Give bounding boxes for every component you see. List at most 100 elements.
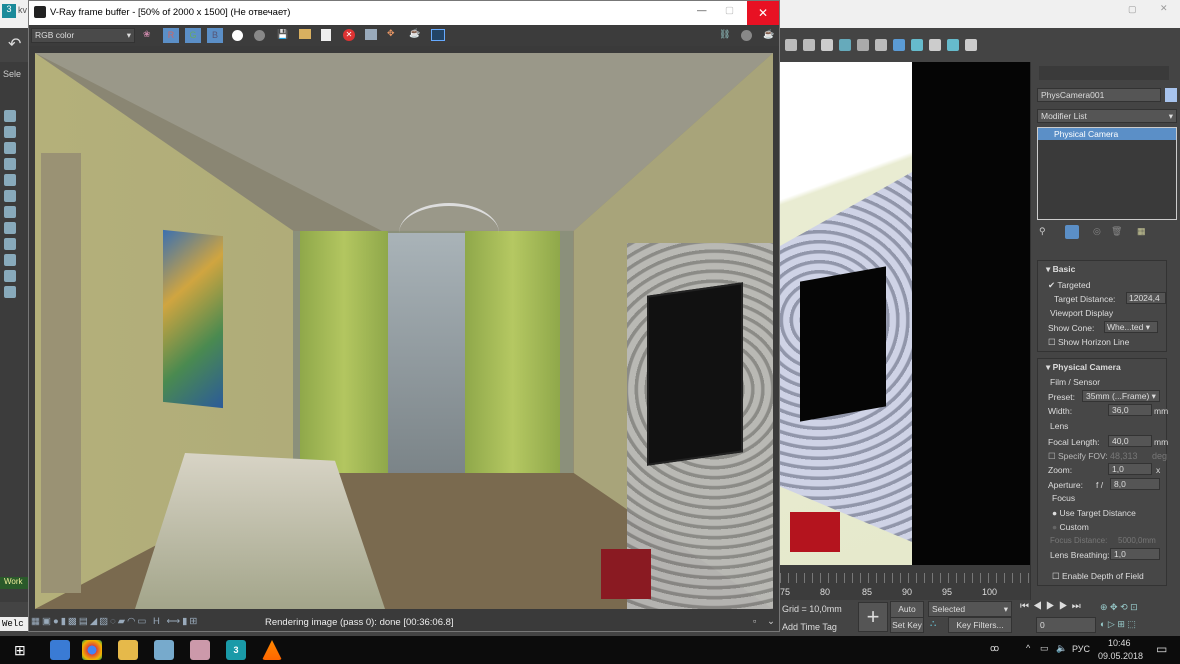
maximize-icon[interactable]: ▢ [1128, 4, 1137, 15]
layer-icon[interactable] [803, 39, 815, 51]
configure-modifiers-icon[interactable]: ▦ [1137, 226, 1146, 237]
scene-explorer-icon[interactable] [785, 39, 797, 51]
paint-icon[interactable] [190, 640, 210, 660]
compare-icon[interactable] [431, 29, 445, 41]
region-render-icon[interactable] [365, 29, 377, 40]
object-color-swatch[interactable] [1165, 88, 1177, 102]
systems-icon[interactable] [4, 270, 16, 282]
select-icon[interactable] [4, 126, 16, 138]
monochrome-icon[interactable] [254, 30, 265, 41]
vlc-icon[interactable] [262, 640, 282, 660]
stop-render-icon[interactable]: ✕ [343, 29, 355, 41]
target-distance-spinner[interactable]: 12024,4 [1126, 292, 1166, 304]
action-center-icon[interactable]: ▭ [1156, 642, 1167, 656]
channel-dropdown[interactable]: RGB color ▾ [31, 28, 135, 43]
3dsmax-taskbar-icon[interactable]: 3 [226, 640, 246, 660]
link-icon[interactable]: ⛓ [719, 29, 730, 40]
viewport-nav-icons-2[interactable]: ◐ ▷ ⊞ ⬚ [1100, 619, 1136, 630]
this-pc-icon[interactable] [50, 640, 70, 660]
create-icon[interactable] [4, 110, 16, 122]
save-icon[interactable]: 💾 [277, 29, 288, 40]
material-editor-icon[interactable] [875, 39, 887, 51]
load-icon[interactable] [299, 29, 311, 39]
file-explorer-icon[interactable] [118, 640, 138, 660]
key-tangent-icon[interactable]: ⛬ [930, 618, 936, 629]
language-indicator[interactable]: РУС [1072, 644, 1090, 654]
expand-icon[interactable]: ⌄ [767, 616, 775, 627]
show-end-result-icon[interactable] [1065, 225, 1079, 239]
lens-breathing-spinner[interactable]: 1,0 [1110, 548, 1160, 560]
key-filters-button[interactable]: Key Filters... [948, 617, 1012, 633]
vfb-bottom-icons[interactable]: ▦▣●▮▩▤◢▨◌▰◠▭ H ⟷▮⊞ [31, 616, 199, 627]
notepad-icon[interactable] [154, 640, 174, 660]
width-spinner[interactable]: 36,0 [1108, 404, 1152, 416]
box-icon[interactable] [4, 158, 16, 170]
add-time-tag-button[interactable]: Add Time Tag [782, 622, 837, 632]
render-production-icon[interactable] [947, 39, 959, 51]
clock-date[interactable]: 09.05.2018 [1098, 651, 1143, 661]
render-last-icon[interactable]: ☕ [763, 29, 774, 40]
clock-time[interactable]: 10:46 [1108, 638, 1131, 648]
ribbon-icon[interactable] [821, 39, 833, 51]
camera-icon[interactable] [4, 222, 16, 234]
pin-stack-icon[interactable]: ⚲ [1039, 226, 1046, 237]
color-mode-icon[interactable]: ❀ [143, 29, 151, 40]
track-mouse-icon[interactable]: ✥ [387, 28, 395, 39]
set-key-mode-icon[interactable]: + [858, 602, 888, 632]
perspective-viewport[interactable] [780, 62, 1030, 565]
close-button[interactable]: ✕ [747, 1, 779, 25]
timeline[interactable]: 75 80 85 90 95 100 [780, 565, 1030, 600]
viewport-nav-icons[interactable]: ⊕ ✥ ⟲ ⊡ [1100, 602, 1138, 613]
green-channel-toggle[interactable]: G [185, 28, 201, 43]
volume-icon[interactable]: 🔈 [1056, 643, 1067, 654]
set-key-button[interactable]: Set Key [890, 617, 924, 633]
helper-icon[interactable] [4, 238, 16, 250]
focal-length-spinner[interactable]: 40,0 [1108, 435, 1152, 447]
enable-dof-checkbox[interactable]: ☐ Enable Depth of Field [1052, 571, 1144, 582]
undo-icon[interactable]: ↶ [8, 34, 21, 54]
network-icon[interactable]: ▭ [1040, 643, 1049, 654]
aperture-spinner[interactable]: 8,0 [1110, 478, 1160, 490]
curve-editor-icon[interactable] [839, 39, 851, 51]
vray-icon[interactable] [965, 39, 977, 51]
space-warp-icon[interactable] [4, 254, 16, 266]
key-selection-dropdown[interactable]: Selected ▾ [928, 601, 1012, 617]
blue-channel-toggle[interactable]: B [207, 28, 223, 43]
show-cone-dropdown[interactable]: Whe...ted ▾ [1104, 321, 1158, 333]
minimize-icon[interactable]: — [697, 5, 707, 16]
modifier-list-dropdown[interactable]: Modifier List ▾ [1037, 109, 1177, 123]
people-icon[interactable]: ꝏ [990, 643, 999, 654]
remove-modifier-icon[interactable]: 🗑 [1111, 226, 1122, 237]
tray-up-icon[interactable]: ^ [1026, 643, 1030, 653]
alpha-channel-icon[interactable] [232, 30, 243, 41]
maximize-icon[interactable]: ▢ [725, 5, 734, 16]
stack-item-physical-camera[interactable]: Physical Camera [1038, 128, 1176, 140]
object-name-field[interactable]: PhysCamera001 [1037, 88, 1161, 102]
preset-dropdown[interactable]: 35mm (...Frame) ▾ [1082, 390, 1160, 402]
paint-icon[interactable] [4, 142, 16, 154]
maxscript-listener[interactable]: Welc [0, 617, 28, 631]
zoom-spinner[interactable]: 1,0 [1108, 463, 1152, 475]
basic-rollout-header[interactable]: ▾ Basic [1046, 264, 1075, 275]
physical-camera-header[interactable]: ▾ Physical Camera [1046, 362, 1121, 373]
current-frame-spinner[interactable]: 0 [1036, 617, 1096, 633]
rendered-frame-icon[interactable] [911, 39, 923, 51]
shape-icon[interactable] [4, 174, 16, 186]
custom-radio[interactable]: ● Custom [1052, 522, 1089, 532]
close-icon[interactable]: ✕ [1160, 3, 1168, 14]
render-setup-icon[interactable] [893, 39, 905, 51]
use-target-distance-radio[interactable]: ● Use Target Distance [1052, 508, 1136, 518]
render-teapot-icon[interactable] [929, 39, 941, 51]
light-icon[interactable] [4, 206, 16, 218]
schematic-icon[interactable] [857, 39, 869, 51]
command-panel-tabs[interactable] [1039, 66, 1169, 80]
show-horizon-checkbox[interactable]: ☐ Show Horizon Line [1048, 337, 1129, 348]
render-teapot-icon[interactable]: ☕ [409, 28, 420, 39]
make-unique-icon[interactable]: ◎ [1093, 226, 1101, 237]
modifier-stack[interactable]: Physical Camera [1037, 127, 1177, 220]
specify-fov-checkbox[interactable]: ☐ Specify FOV: [1048, 451, 1108, 462]
restore-icon[interactable]: ▫ [753, 616, 756, 627]
clear-icon[interactable] [321, 29, 331, 41]
grid-icon[interactable] [4, 190, 16, 202]
targeted-checkbox[interactable]: ✔ Targeted [1048, 280, 1090, 291]
